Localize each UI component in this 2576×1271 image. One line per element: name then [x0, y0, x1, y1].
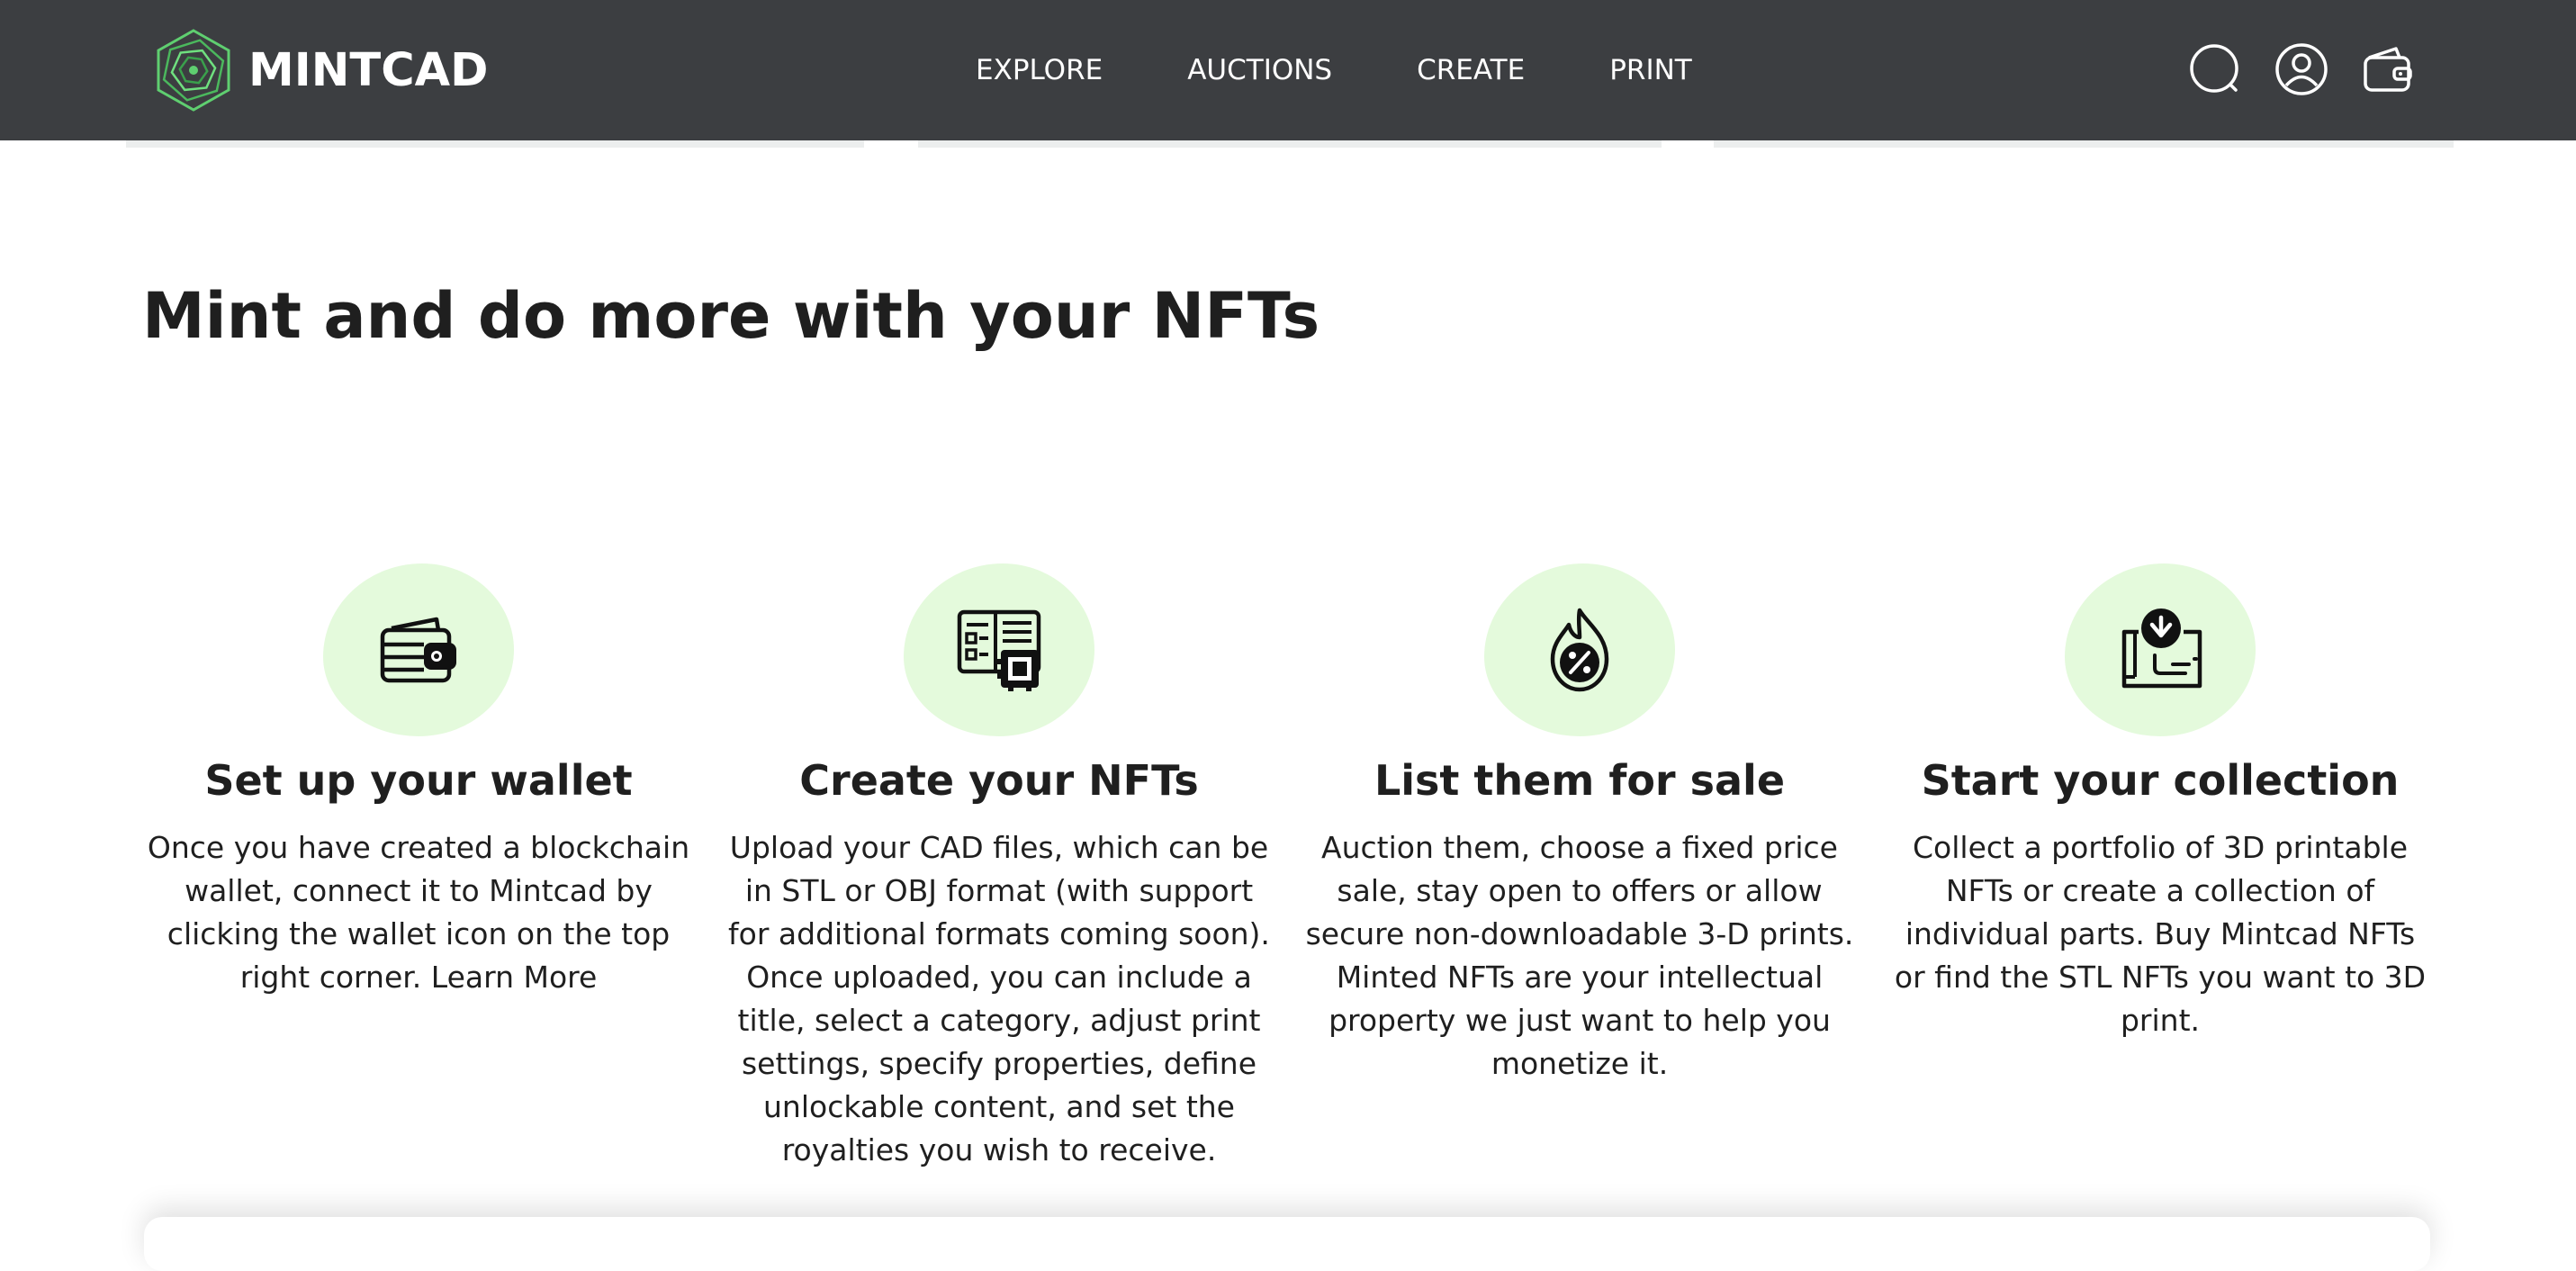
nav-create[interactable]: CREATE [1417, 54, 1525, 86]
feature-list-for-sale: List them for sale Auction them, choose … [1305, 563, 1854, 1086]
nav-explore[interactable]: EXPLORE [976, 54, 1103, 86]
collection-download-icon [2121, 608, 2202, 689]
feature-description: Upload your CAD files, which can be in S… [728, 830, 1270, 1167]
card-edge [1714, 140, 2454, 148]
nav-auctions[interactable]: AUCTIONS [1187, 54, 1332, 86]
nav-print[interactable]: PRINT [1609, 54, 1692, 86]
feature-title: Set up your wallet [204, 756, 633, 805]
spiral-hexagon-logo-icon [157, 29, 230, 112]
feature-description: Collect a portfolio of 3D printable NFTs… [1894, 830, 2427, 1038]
icon-blob [323, 563, 514, 736]
main-nav: EXPLORE AUCTIONS CREATE PRINT [976, 0, 1777, 140]
icon-blob [2065, 563, 2256, 736]
percent-flame-icon [1550, 608, 1609, 692]
brand-link[interactable]: MINTCAD [153, 25, 488, 115]
icon-blob [904, 563, 1094, 736]
feature-title: List them for sale [1374, 756, 1786, 805]
card-edge [126, 140, 864, 148]
search-icon[interactable] [2187, 41, 2243, 97]
user-icon[interactable] [2274, 41, 2329, 97]
feature-title: Start your collection [1921, 756, 2400, 805]
wallet-icon [380, 617, 456, 683]
top-navbar: MINTCAD EXPLORE AUCTIONS CREATE PRINT [0, 0, 2576, 140]
next-section-card [144, 1217, 2430, 1271]
feature-description: Auction them, choose a fixed price sale,… [1305, 830, 1854, 1081]
nav-icon-group [2187, 40, 2446, 99]
wallet-icon[interactable] [2360, 41, 2416, 97]
feature-title: Create your NFTs [799, 756, 1199, 805]
card-edge [918, 140, 1662, 148]
page-title: Mint and do more with your NFTs [142, 279, 1320, 353]
feature-wallet: Set up your wallet Once you have created… [144, 563, 693, 999]
feature-description: Once you have created a blockchain walle… [147, 830, 690, 995]
brand-name: MINTCAD [248, 43, 489, 97]
cad-file-icon [957, 609, 1041, 691]
feature-collection: Start your collection Collect a portfoli… [1886, 563, 2435, 1042]
feature-create: Create your NFTs Upload your CAD files, … [725, 563, 1274, 1172]
icon-blob [1484, 563, 1675, 736]
